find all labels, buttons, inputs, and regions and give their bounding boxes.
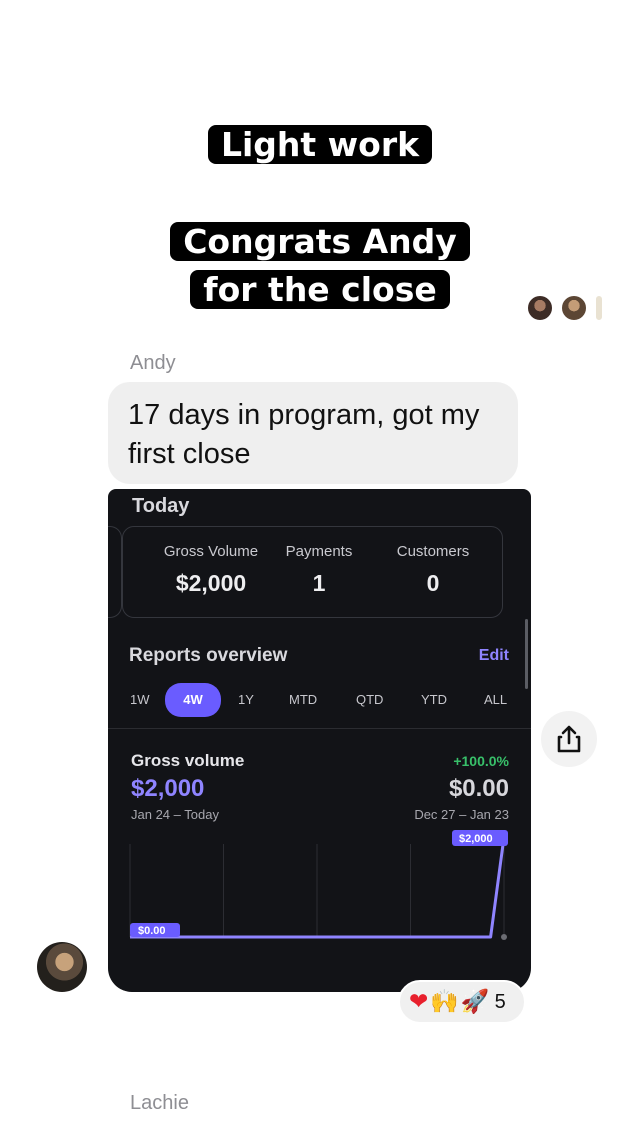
stat-customers: Customers 0 xyxy=(383,543,483,597)
rocket-icon: 🚀 xyxy=(460,989,490,1015)
min-data-label: $0.00 xyxy=(130,923,180,937)
section-title-today: Today xyxy=(132,495,190,517)
share-icon xyxy=(557,725,581,753)
seen-by-avatars xyxy=(526,294,616,322)
stats-summary: Gross Volume $2,000 Payments 1 Customers… xyxy=(122,526,503,618)
message-sender-name: Andy xyxy=(130,352,176,374)
stat-label: Payments xyxy=(285,543,353,560)
reports-overview-title: Reports overview xyxy=(129,645,288,666)
next-message-sender: Lachie xyxy=(130,1092,189,1114)
avatar xyxy=(560,294,588,322)
tab-all[interactable]: ALL xyxy=(484,689,507,717)
shared-screenshot-card[interactable]: Today Gross Volume $2,000 Payments 1 Cus… xyxy=(108,489,531,992)
min-value-label: $0.00 xyxy=(138,925,166,937)
stat-payments: Payments 1 xyxy=(269,543,369,597)
reactions-pill[interactable]: ❤ 🙌 🚀 5 xyxy=(398,980,526,1024)
heart-icon: ❤ xyxy=(409,989,429,1015)
sender-avatar[interactable] xyxy=(37,942,87,992)
stat-label: Gross Volume xyxy=(163,543,259,560)
stat-value: 1 xyxy=(312,570,326,596)
gross-volume-value: $2,000 xyxy=(131,775,205,802)
stat-label: Customers xyxy=(396,543,470,560)
gross-volume-chart: $0.00 $2,000 xyxy=(129,830,508,940)
series-end-point xyxy=(501,934,507,940)
max-data-label: $2,000 xyxy=(452,830,508,846)
share-button[interactable] xyxy=(541,711,597,767)
previous-period-range: Dec 27 – Jan 23 xyxy=(414,807,509,822)
gross-volume-title: Gross volume xyxy=(131,751,245,770)
avatar xyxy=(526,294,554,322)
tab-4w[interactable]: 4W xyxy=(165,683,221,717)
message-bubble[interactable]: 17 days in program, got my first close xyxy=(108,382,518,484)
avatar xyxy=(594,294,604,322)
tab-mtd[interactable]: MTD xyxy=(289,689,317,717)
stats-card-previous xyxy=(108,526,122,618)
tab-1y[interactable]: 1Y xyxy=(238,689,254,717)
raised-hands-icon: 🙌 xyxy=(430,989,459,1015)
max-value-label: $2,000 xyxy=(459,833,493,845)
previous-period-value: $0.00 xyxy=(448,775,509,802)
reaction-count: 5 xyxy=(494,990,506,1013)
gross-volume-change: +100.0% xyxy=(453,753,509,769)
stat-value: $2,000 xyxy=(175,570,247,596)
divider xyxy=(108,728,531,729)
story-caption-1: Light work xyxy=(0,121,640,169)
tab-qtd[interactable]: QTD xyxy=(356,689,383,717)
scrollbar[interactable] xyxy=(525,619,528,689)
stat-value: 0 xyxy=(426,570,440,596)
gross-volume-date-range: Jan 24 – Today xyxy=(131,807,219,822)
tab-ytd[interactable]: YTD xyxy=(421,689,447,717)
stat-gross-volume: Gross Volume $2,000 xyxy=(151,543,271,597)
tab-1w[interactable]: 1W xyxy=(130,689,150,717)
edit-link[interactable]: Edit xyxy=(479,647,509,665)
